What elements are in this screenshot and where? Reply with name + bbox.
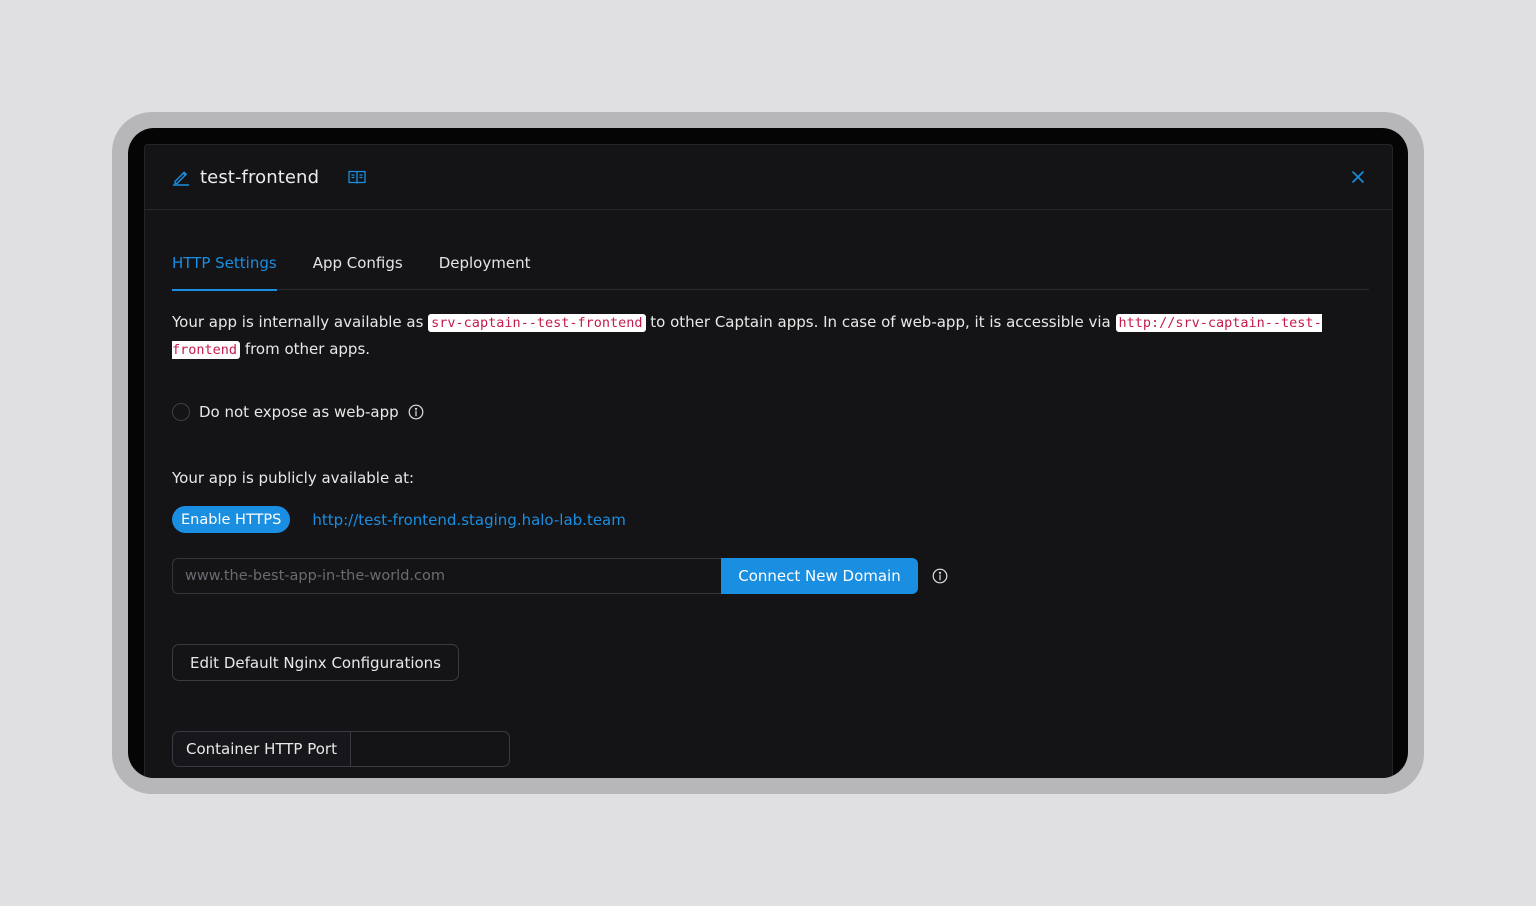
app-name-title: test-frontend [200,166,320,188]
https-row: Enable HTTPS http://test-frontend.stagin… [172,506,626,533]
do-not-expose-checkbox[interactable] [172,403,190,421]
screen-bezel: test-frontend HTTP Settings App Configs … [128,128,1408,778]
docs-book-icon[interactable] [347,169,367,185]
panel-header: test-frontend [145,145,1392,210]
internal-availability-text: Your app is internally available as srv-… [172,309,1372,363]
tab-deployment[interactable]: Deployment [439,252,531,290]
intro-text-3: from other apps. [244,340,371,358]
public-availability-label: Your app is publicly available at: [172,469,415,487]
close-icon[interactable] [1350,169,1366,185]
internal-service-name: srv-captain--test-frontend [428,314,646,332]
info-icon[interactable] [408,404,424,420]
intro-text-1: Your app is internally available as [172,313,424,331]
connect-domain-row: Connect New Domain [172,558,948,594]
app-settings-panel: test-frontend HTTP Settings App Configs … [144,144,1393,778]
new-domain-input[interactable] [172,558,721,594]
container-port-label: Container HTTP Port [172,731,350,767]
edit-pencil-icon[interactable] [172,168,190,186]
info-icon[interactable] [932,568,948,584]
container-port-group: Container HTTP Port [172,731,510,767]
connect-new-domain-button[interactable]: Connect New Domain [721,558,918,594]
tab-app-configs[interactable]: App Configs [313,252,403,290]
device-frame: test-frontend HTTP Settings App Configs … [112,112,1424,794]
tab-http-settings[interactable]: HTTP Settings [172,252,277,291]
intro-text-2: to other Captain apps. In case of web-ap… [650,313,1111,331]
edit-nginx-config-button[interactable]: Edit Default Nginx Configurations [172,644,459,681]
settings-tabs: HTTP Settings App Configs Deployment [172,252,1369,291]
enable-https-button[interactable]: Enable HTTPS [172,506,291,533]
do-not-expose-label[interactable]: Do not expose as web-app [199,403,399,421]
expose-option-row: Do not expose as web-app [172,403,424,421]
public-app-url-link[interactable]: http://test-frontend.staging.halo-lab.te… [312,511,626,529]
container-port-input[interactable] [349,731,510,767]
